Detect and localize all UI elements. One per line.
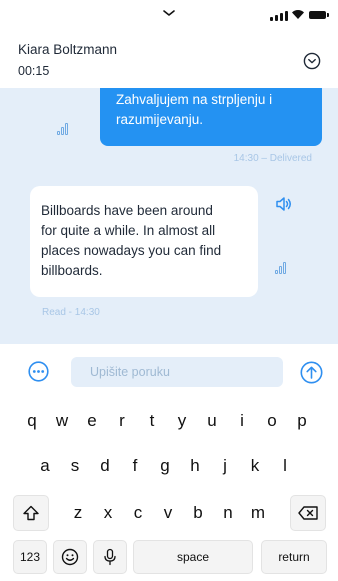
key-b[interactable]: b bbox=[184, 495, 212, 531]
more-icon[interactable] bbox=[28, 361, 49, 382]
audio-wave-icon[interactable] bbox=[275, 262, 286, 274]
key-o[interactable]: o bbox=[258, 403, 286, 439]
key-c[interactable]: c bbox=[124, 495, 152, 531]
key-n[interactable]: n bbox=[214, 495, 242, 531]
status-bar bbox=[0, 0, 338, 30]
composer bbox=[0, 344, 338, 396]
key-l[interactable]: l bbox=[271, 448, 299, 484]
key-x[interactable]: x bbox=[94, 495, 122, 531]
chat-header: Kiara Boltzmann 00:15 bbox=[0, 30, 338, 88]
incoming-message-bubble[interactable]: Billboards have been around for quite a … bbox=[30, 186, 258, 297]
backspace-icon bbox=[298, 506, 318, 520]
read-status: Read - 14:30 bbox=[42, 307, 100, 318]
emoji-icon bbox=[61, 548, 79, 566]
signal-icon bbox=[270, 11, 288, 21]
key-v[interactable]: v bbox=[154, 495, 182, 531]
key-q[interactable]: q bbox=[18, 403, 46, 439]
speaker-icon[interactable] bbox=[275, 196, 293, 212]
key-j[interactable]: j bbox=[211, 448, 239, 484]
battery-icon bbox=[309, 11, 329, 19]
message-list[interactable]: Zahvaljujem na strpljenju i razumijevanj… bbox=[0, 88, 338, 344]
message-line: Billboards have been around bbox=[41, 203, 213, 218]
key-f[interactable]: f bbox=[121, 448, 149, 484]
call-timer: 00:15 bbox=[18, 64, 50, 78]
chevron-circle-icon[interactable] bbox=[303, 52, 321, 70]
message-line: razumijevanju. bbox=[116, 112, 204, 127]
message-line: Zahvaljujem na strpljenju i bbox=[116, 92, 273, 107]
key-g[interactable]: g bbox=[151, 448, 179, 484]
key-m[interactable]: m bbox=[244, 495, 272, 531]
mic-icon bbox=[104, 548, 116, 566]
key-a[interactable]: a bbox=[31, 448, 59, 484]
send-up-arrow-icon[interactable] bbox=[300, 361, 323, 384]
key-t[interactable]: t bbox=[138, 403, 166, 439]
message-line: billboards. bbox=[41, 263, 103, 278]
message-input[interactable] bbox=[71, 357, 283, 387]
message-line: for quite a while. In almost all bbox=[41, 223, 216, 238]
return-key[interactable]: return bbox=[261, 540, 327, 574]
delivery-status: 14:30 – Delivered bbox=[233, 153, 312, 164]
key-p[interactable]: p bbox=[288, 403, 316, 439]
mic-key[interactable] bbox=[93, 540, 127, 574]
key-d[interactable]: d bbox=[91, 448, 119, 484]
key-s[interactable]: s bbox=[61, 448, 89, 484]
chevron-down-icon[interactable] bbox=[162, 6, 176, 20]
message-line: places nowadays you can find bbox=[41, 243, 222, 258]
key-z[interactable]: z bbox=[64, 495, 92, 531]
key-i[interactable]: i bbox=[228, 403, 256, 439]
emoji-key[interactable] bbox=[53, 540, 87, 574]
key-y[interactable]: y bbox=[168, 403, 196, 439]
key-h[interactable]: h bbox=[181, 448, 209, 484]
shift-key[interactable] bbox=[13, 495, 49, 531]
shift-icon bbox=[23, 505, 39, 521]
contact-name: Kiara Boltzmann bbox=[18, 42, 118, 57]
key-w[interactable]: w bbox=[48, 403, 76, 439]
space-key[interactable]: space bbox=[133, 540, 253, 574]
key-e[interactable]: e bbox=[78, 403, 106, 439]
wifi-icon bbox=[292, 10, 304, 19]
key-k[interactable]: k bbox=[241, 448, 269, 484]
outgoing-message-bubble[interactable]: Zahvaljujem na strpljenju i razumijevanj… bbox=[100, 88, 322, 146]
key-u[interactable]: u bbox=[198, 403, 226, 439]
numbers-key[interactable]: 123 bbox=[13, 540, 47, 574]
audio-wave-icon[interactable] bbox=[57, 123, 68, 135]
key-r[interactable]: r bbox=[108, 403, 136, 439]
backspace-key[interactable] bbox=[290, 495, 326, 531]
keyboard: q w e r t y u i o p a s d f g h j k l z … bbox=[0, 396, 338, 581]
phone-screen: Kiara Boltzmann 00:15 Zahvaljujem na str… bbox=[0, 0, 338, 581]
